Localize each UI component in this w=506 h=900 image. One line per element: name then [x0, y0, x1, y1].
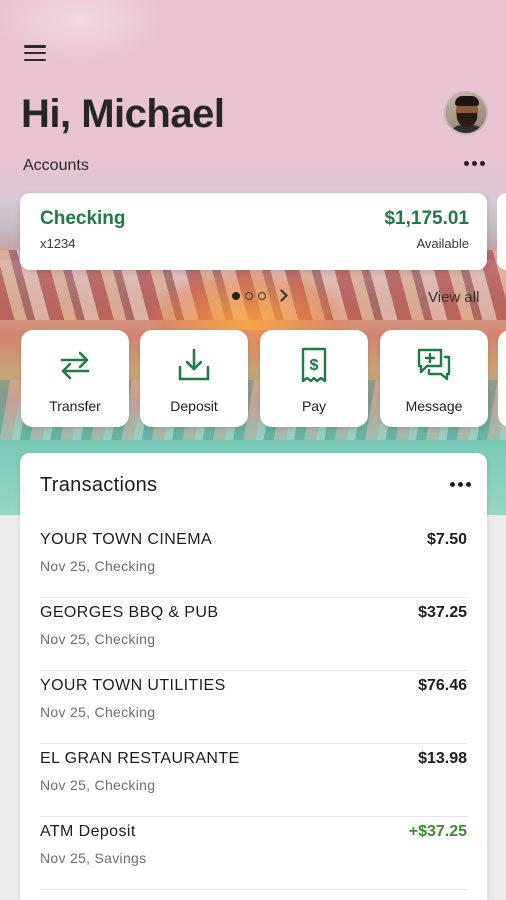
- transaction-meta: Nov 25, Checking: [40, 558, 156, 574]
- transaction-amount: $37.25: [418, 604, 467, 621]
- account-number: x1234: [40, 236, 76, 251]
- pager-dot[interactable]: [245, 291, 253, 300]
- greeting-title: Hi, Michael: [21, 92, 225, 136]
- message-button[interactable]: Message: [380, 330, 488, 427]
- deposit-label: Deposit: [170, 398, 218, 414]
- deposit-icon: [178, 348, 210, 381]
- deposit-button[interactable]: Deposit: [140, 330, 248, 427]
- transfer-icon: [60, 351, 90, 380]
- transaction-amount: $76.46: [418, 677, 467, 694]
- transaction-merchant: GEORGES BBQ & PUB: [40, 604, 219, 621]
- pager-dot[interactable]: [232, 291, 240, 300]
- transaction-amount: +$37.25: [408, 823, 467, 840]
- account-name: Checking: [40, 208, 126, 229]
- view-all-link[interactable]: View all: [428, 289, 479, 306]
- transaction-meta: Nov 25, Checking: [40, 631, 156, 647]
- transactions-card: Transactions YOUR TOWN CINEMA Nov 25, Ch…: [20, 453, 487, 900]
- next-account-card[interactable]: [497, 193, 506, 270]
- transaction-row[interactable]: YOUR TOWN UTILITIES Nov 25, Checking $76…: [40, 671, 467, 744]
- transaction-merchant: EL GRAN RESTAURANTE: [40, 750, 240, 767]
- transaction-row[interactable]: GEORGES BBQ & PUB Nov 25, Checking $37.2…: [40, 598, 467, 671]
- transfer-button[interactable]: Transfer: [21, 330, 129, 427]
- account-balance: $1,175.01: [384, 208, 469, 229]
- next-action-button[interactable]: [498, 330, 506, 427]
- pay-label: Pay: [301, 398, 327, 414]
- transactions-title: Transactions: [40, 474, 158, 496]
- transaction-merchant: YOUR TOWN CINEMA: [40, 531, 213, 548]
- account-card[interactable]: Checking x1234 $1,175.01 Available: [20, 193, 487, 270]
- transaction-merchant: ATM Deposit: [40, 823, 136, 840]
- transaction-merchant: YOUR TOWN UTILITIES: [40, 677, 226, 694]
- transaction-row[interactable]: EL GRAN RESTAURANTE Nov 25, Checking $13…: [40, 744, 467, 817]
- pay-icon: $: [301, 347, 327, 383]
- transaction-meta: Nov 25, Checking: [40, 777, 156, 793]
- transaction-meta: Nov 25, Savings: [40, 850, 147, 866]
- transaction-row[interactable]: ATM Deposit Nov 25, Savings +$37.25: [40, 817, 467, 890]
- svg-text:$: $: [310, 357, 319, 374]
- transaction-meta: Nov 25, Checking: [40, 704, 156, 720]
- accounts-more-icon[interactable]: [464, 161, 485, 166]
- chevron-right-icon[interactable]: [275, 289, 288, 302]
- pager-dot[interactable]: [258, 291, 266, 300]
- carousel-pager[interactable]: [232, 289, 288, 302]
- transaction-row[interactable]: YOUR TOWN CINEMA Nov 25, Checking $7.50: [40, 525, 467, 598]
- transaction-amount: $13.98: [418, 750, 467, 767]
- transaction-amount: $7.50: [426, 531, 467, 548]
- menu-icon[interactable]: [24, 44, 46, 62]
- accounts-label: Accounts: [23, 157, 89, 174]
- message-icon: [417, 348, 451, 381]
- pay-button[interactable]: $ Pay: [260, 330, 368, 427]
- avatar[interactable]: [444, 91, 488, 135]
- transfer-label: Transfer: [49, 398, 101, 414]
- message-label: Message: [405, 398, 463, 414]
- account-balance-label: Available: [416, 236, 469, 251]
- transactions-more-icon[interactable]: [450, 482, 471, 487]
